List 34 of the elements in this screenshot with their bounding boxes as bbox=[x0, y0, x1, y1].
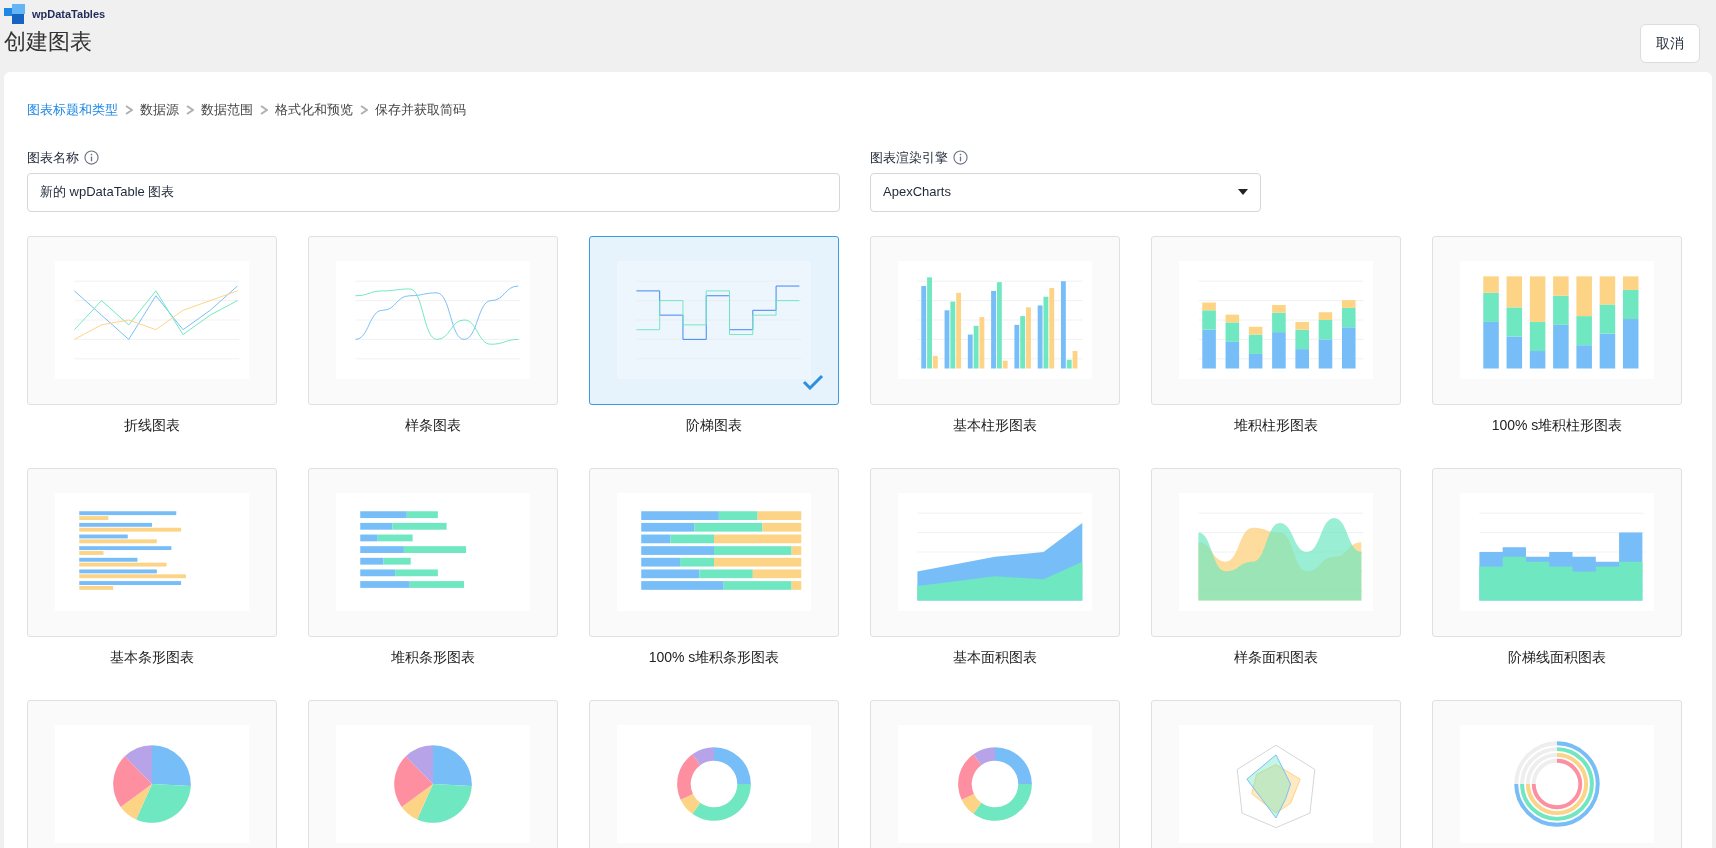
wizard-step[interactable]: 保存并获取简码 bbox=[375, 100, 466, 120]
chart-type-label: 阶梯图表 bbox=[686, 415, 742, 435]
logo-icon bbox=[4, 4, 26, 24]
chart-type-label: 基本条形图表 bbox=[110, 647, 194, 667]
chart-type-label: 样条图表 bbox=[405, 415, 461, 435]
wizard-step[interactable]: 格式化和预览 bbox=[275, 100, 353, 120]
chart-type-card[interactable] bbox=[589, 235, 839, 405]
info-icon bbox=[953, 150, 968, 166]
field-label: 图表名称 bbox=[27, 149, 79, 167]
caret-icon bbox=[1238, 189, 1248, 195]
info-icon bbox=[84, 150, 99, 166]
cancel-button[interactable]: 取消 bbox=[1640, 24, 1700, 63]
chart-type-label: 100% s堆积柱形图表 bbox=[1491, 415, 1623, 435]
check-icon bbox=[802, 373, 824, 390]
engine-dropdown[interactable]: ApexCharts bbox=[870, 172, 1261, 212]
chart-type-label: 基本柱形图表 bbox=[953, 415, 1037, 435]
chart-type-label: 基本面积图表 bbox=[953, 647, 1037, 667]
chevron-icon bbox=[360, 105, 368, 115]
chart-name-field[interactable]: 新的 wpDataTable 图表 bbox=[27, 172, 840, 212]
chevron-icon bbox=[186, 105, 194, 115]
field-label: 图表渲染引擎 bbox=[870, 149, 948, 167]
chart-type-label: 堆积条形图表 bbox=[391, 647, 475, 667]
brand-name: wpDataTables bbox=[32, 6, 106, 22]
wizard-step[interactable]: 数据源 bbox=[140, 100, 179, 120]
chevron-icon bbox=[125, 105, 133, 115]
wizard-step[interactable]: 数据范围 bbox=[201, 100, 253, 120]
wizard-step[interactable]: 图表标题和类型 bbox=[27, 100, 118, 120]
chart-type-label: 堆积柱形图表 bbox=[1234, 415, 1318, 435]
chart-type-label: 阶梯线面积图表 bbox=[1508, 647, 1606, 667]
chart-type-label: 折线图表 bbox=[124, 415, 180, 435]
chart-type-label: 样条面积图表 bbox=[1234, 647, 1318, 667]
page-title: 创建图表 bbox=[4, 28, 93, 56]
chevron-icon bbox=[260, 105, 268, 115]
chart-type-label: 100% s堆积条形图表 bbox=[648, 647, 780, 667]
